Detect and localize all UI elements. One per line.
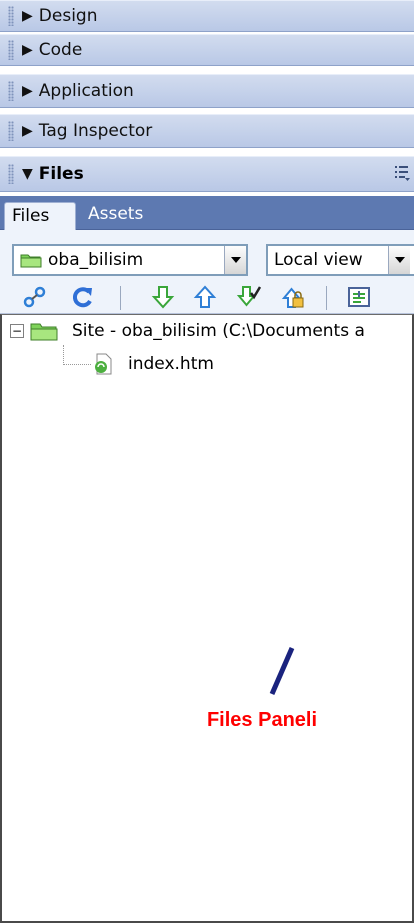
files-toolbar xyxy=(0,282,414,312)
expand-triangle-icon: ▶ xyxy=(22,83,33,99)
expand-triangle-icon: ▶ xyxy=(22,123,33,139)
panel-options-menu-icon[interactable] xyxy=(394,164,410,182)
grip-icon[interactable] xyxy=(8,40,14,60)
tree-label-file: index.htm xyxy=(128,354,214,374)
annotation-label: Files Paneli xyxy=(206,709,318,731)
expand-triangle-icon: ▶ xyxy=(22,8,33,24)
panel-header-code[interactable]: ▶ Code xyxy=(0,34,414,66)
panel-title-files: Files xyxy=(38,164,84,184)
grip-icon[interactable] xyxy=(8,81,14,101)
tree-label-site-root: Site - oba_bilisim (C:\Documents a xyxy=(72,321,365,341)
refresh-icon[interactable] xyxy=(70,284,96,310)
expand-triangle-icon: ▶ xyxy=(22,42,33,58)
panel-title-tag-inspector: Tag Inspector xyxy=(38,121,153,141)
panel-header-design[interactable]: ▶ Design xyxy=(0,0,414,32)
expand-icon[interactable] xyxy=(346,284,372,310)
grip-icon[interactable] xyxy=(8,164,14,184)
chevron-down-icon[interactable] xyxy=(224,246,246,274)
tab-files[interactable]: Files xyxy=(4,202,76,231)
panel-header-tag-inspector[interactable]: ▶ Tag Inspector xyxy=(0,114,414,148)
collapse-tree-icon[interactable]: − xyxy=(10,324,24,338)
toolbar-separator xyxy=(120,286,121,310)
files-panel-tabbar: Files Assets xyxy=(0,196,414,231)
site-select-value: oba_bilisim xyxy=(48,250,144,270)
connect-icon[interactable] xyxy=(22,284,48,310)
panel-header-files[interactable]: ▼ Files xyxy=(0,156,414,192)
chevron-down-icon[interactable] xyxy=(388,246,410,274)
tree-connector xyxy=(63,345,64,365)
view-select-value: Local view xyxy=(274,250,363,270)
get-files-icon[interactable] xyxy=(150,284,176,310)
tree-row-site-root[interactable]: − Site - oba_bilisim (C:\Documents a xyxy=(10,321,365,341)
check-in-icon[interactable] xyxy=(280,284,306,310)
file-tree: − Site - oba_bilisim (C:\Documents a ind… xyxy=(0,314,414,923)
folder-icon xyxy=(20,254,42,268)
tree-connector xyxy=(63,364,91,365)
panel-title-design: Design xyxy=(38,6,98,26)
html-file-icon xyxy=(95,353,112,375)
panel-header-application[interactable]: ▶ Application xyxy=(0,74,414,108)
panel-title-code: Code xyxy=(38,40,83,60)
grip-icon[interactable] xyxy=(8,6,14,26)
check-out-icon[interactable] xyxy=(236,284,262,310)
collapse-triangle-icon: ▼ xyxy=(22,166,33,182)
site-folder-icon xyxy=(30,323,58,341)
annotation-pointer-line xyxy=(269,647,295,695)
tree-row-file[interactable]: index.htm xyxy=(92,353,214,375)
site-select[interactable]: oba_bilisim xyxy=(12,244,248,276)
put-files-icon[interactable] xyxy=(192,284,218,310)
files-controls: oba_bilisim Local view xyxy=(0,230,414,314)
grip-icon[interactable] xyxy=(8,121,14,141)
tab-assets[interactable]: Assets xyxy=(88,204,143,224)
view-select[interactable]: Local view xyxy=(266,244,414,276)
panel-title-application: Application xyxy=(38,81,134,101)
toolbar-separator xyxy=(326,286,327,310)
